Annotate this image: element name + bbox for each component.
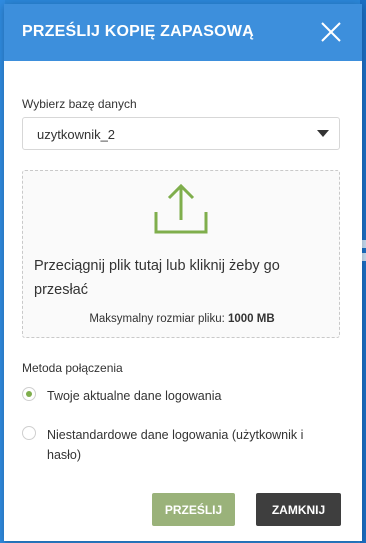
radio-label: Twoje aktualne dane logowania [47, 389, 222, 403]
send-button[interactable]: PRZEŚLIJ [152, 493, 235, 526]
upload-icon [153, 182, 209, 236]
max-file-size: Maksymalny rozmiar pliku: 1000 MB [23, 313, 341, 325]
dialog-title: PRZEŚLIJ KOPIĘ ZAPASOWĄ [22, 23, 254, 40]
dialog-header: PRZEŚLIJ KOPIĘ ZAPASOWĄ [4, 4, 362, 61]
connection-method-label: Metoda połączenia [22, 361, 123, 375]
radio-button[interactable] [22, 426, 36, 440]
close-button[interactable]: ZAMKNIJ [256, 493, 341, 526]
caret-down-icon [317, 130, 329, 137]
upload-backup-dialog: PRZEŚLIJ KOPIĘ ZAPASOWĄ Wybierz bazę dan… [4, 4, 362, 541]
database-label: Wybierz bazę danych [22, 97, 137, 111]
dropzone-text: Przeciągnij plik tutaj lub kliknij żeby … [34, 258, 280, 298]
max-size-value: 1000 MB [228, 313, 275, 325]
database-select[interactable]: uzytkownik_2 [22, 117, 340, 150]
file-dropzone[interactable]: Przeciągnij plik tutaj lub kliknij żeby … [22, 170, 340, 338]
radio-button-selected[interactable] [22, 387, 36, 401]
max-size-label: Maksymalny rozmiar pliku: [89, 313, 225, 325]
database-select-value: uzytkownik_2 [37, 127, 116, 142]
close-icon[interactable] [320, 21, 342, 43]
radio-label: Niestandardowe dane logowania (użytkowni… [47, 428, 304, 462]
